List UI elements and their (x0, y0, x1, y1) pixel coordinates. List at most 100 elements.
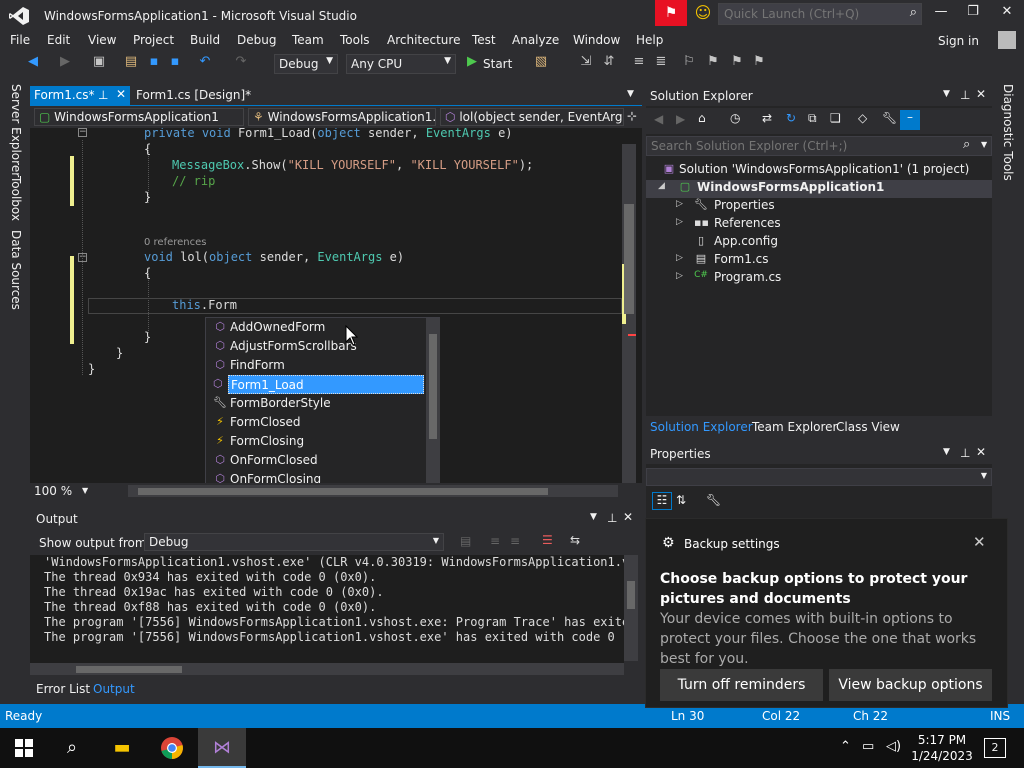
open-file-icon[interactable]: ▤ (122, 54, 140, 69)
search-icon[interactable]: ⌕ (963, 137, 970, 152)
close-output-icon[interactable]: ✕ (623, 510, 633, 524)
start-icon[interactable]: ▶ (463, 54, 481, 69)
refresh-icon[interactable]: ↻ (786, 111, 796, 125)
alphabetical-icon[interactable]: ⇅ (676, 493, 686, 507)
tree-project[interactable]: ◢ ▢ WindowsFormsApplication1 (646, 180, 992, 198)
view-backup-options-button[interactable]: View backup options (829, 669, 992, 701)
collapsed-arrow-icon[interactable]: ▷ (676, 199, 686, 209)
class-dropdown[interactable]: ⚘ WindowsFormsApplication1.Fo (248, 108, 436, 126)
menu-tools[interactable]: Tools (340, 33, 370, 47)
pin-icon[interactable]: ⊥ (607, 511, 617, 525)
menu-test[interactable]: Test (472, 33, 496, 47)
feedback-flag-icon[interactable]: ⚑ (655, 0, 687, 26)
pin-icon[interactable]: ⊥ (960, 446, 970, 460)
collapsed-arrow-icon[interactable]: ▷ (676, 271, 686, 281)
completion-item-selected[interactable]: Form1_Load (228, 375, 424, 394)
tab-error-list[interactable]: Error List (36, 682, 90, 696)
tray-overflow-icon[interactable]: ⌃ (840, 739, 851, 754)
completion-item[interactable]: ⬡ FindForm (208, 356, 424, 375)
intellisense-popup[interactable]: ⬡ AddOwnedForm ⬡ AdjustFormScrollbars ⬡ Fin… (205, 317, 440, 489)
save-icon[interactable]: ▪ (145, 54, 163, 69)
completion-item[interactable]: ⬡ OnFormClosed (208, 451, 424, 470)
home-icon[interactable]: ⌂ (698, 111, 706, 125)
bookmark-prev-icon[interactable]: ⚑ (704, 54, 722, 69)
uncomment-icon[interactable]: ≣ (652, 54, 670, 69)
member-dropdown[interactable]: ⬡ lol(object sender, EventArgs e) (440, 108, 624, 126)
intellisense-scrollbar[interactable] (426, 318, 440, 488)
view-code-icon[interactable]: ◇ (858, 111, 867, 125)
editor-scroll-thumb[interactable] (624, 204, 634, 314)
redo-icon[interactable]: ↷ (232, 54, 250, 69)
editor-vertical-scrollbar[interactable] (622, 144, 636, 483)
tab-form1-design[interactable]: Form1.cs [Design]* (134, 86, 253, 106)
bookmark-clear-icon[interactable]: ⚑ (750, 54, 768, 69)
completion-item[interactable]: ⚡︎ FormClosing (208, 432, 424, 451)
forward-icon[interactable]: ▶ (56, 54, 74, 69)
undo-icon[interactable]: ↶ (196, 54, 214, 69)
props-menu-icon[interactable]: ▼ (943, 447, 950, 457)
comment-icon[interactable]: ≡ (630, 54, 648, 69)
zoom-dropdown-icon[interactable]: ▼ (82, 486, 88, 495)
configuration-select[interactable]: Debug ▼ (274, 54, 338, 74)
menu-project[interactable]: Project (133, 33, 174, 47)
collapsed-arrow-icon[interactable]: ▷ (676, 253, 686, 263)
se-search-input[interactable] (647, 137, 947, 155)
word-wrap-icon[interactable]: ⇆ (570, 533, 580, 547)
tab-class-view[interactable]: Class View (836, 420, 900, 434)
show-all-files-icon[interactable]: ❏ (830, 111, 841, 125)
search-icon[interactable]: ⌕ (910, 5, 917, 20)
menu-window[interactable]: Window (573, 33, 620, 47)
toast-close-icon[interactable]: ✕ (973, 533, 986, 551)
chrome-icon[interactable] (148, 728, 196, 768)
output-text[interactable]: 'WindowsFormsApplication1.vshost.exe' (C… (30, 555, 624, 665)
platform-select[interactable]: Any CPU ▼ (346, 54, 456, 74)
turn-off-reminders-button[interactable]: Turn off reminders (660, 669, 823, 701)
menu-help[interactable]: Help (636, 33, 663, 47)
completion-item[interactable]: 🔧︎ FormBorderStyle (208, 394, 424, 413)
tab-solution-explorer[interactable]: Solution Explorer (650, 420, 753, 434)
tab-form1-cs[interactable]: Form1.cs* ⊥ ✕ (30, 86, 130, 106)
menu-file[interactable]: File (10, 33, 30, 47)
properties-wrench-icon[interactable]: 🔧︎ (882, 111, 897, 125)
server-explorer-tab[interactable]: Server Explorer (9, 84, 23, 177)
se-search-box[interactable]: ⌕ ▼ (646, 136, 992, 156)
menu-analyze[interactable]: Analyze (512, 33, 559, 47)
data-sources-tab[interactable]: Data Sources (9, 230, 23, 310)
completion-item[interactable]: ⬡ AdjustFormScrollbars (208, 337, 424, 356)
sign-in-link[interactable]: Sign in (938, 34, 979, 48)
back-icon[interactable]: ◀ (24, 54, 42, 69)
file-explorer-icon[interactable]: ▬ (98, 728, 146, 768)
history-icon[interactable]: ◷ (730, 111, 740, 125)
tab-output[interactable]: Output (93, 682, 135, 696)
menu-edit[interactable]: Edit (47, 33, 70, 47)
code-lens-references[interactable]: 0 references (144, 237, 207, 248)
properties-object-select[interactable]: ▼ (646, 468, 992, 486)
se-menu-icon[interactable]: ▼ (943, 89, 950, 99)
collapsed-arrow-icon[interactable]: ▷ (676, 217, 686, 227)
pin-icon[interactable]: ⊥ (960, 88, 970, 102)
windows-start-icon[interactable] (0, 728, 48, 768)
smile-feedback-icon[interactable]: ☺ (693, 3, 713, 23)
bookmark-next-icon[interactable]: ⚑ (728, 54, 746, 69)
project-dropdown[interactable]: ▢ WindowsFormsApplication1 (34, 108, 244, 126)
step-over-icon[interactable]: ⇵ (600, 54, 618, 69)
menu-view[interactable]: View (88, 33, 116, 47)
tab-team-explorer[interactable]: Team Explorer (752, 420, 838, 434)
back-icon[interactable]: ◀ (654, 112, 663, 126)
close-se-icon[interactable]: ✕ (976, 87, 986, 101)
search-icon[interactable]: ⌕ (48, 728, 96, 768)
volume-icon[interactable]: ◁) (886, 739, 901, 754)
toolbox-tab[interactable]: Toolbox (9, 176, 23, 221)
visual-studio-taskbar-icon[interactable]: ⋈ (198, 728, 246, 768)
tab-list-icon[interactable]: ▼ (627, 89, 634, 99)
start-button[interactable]: Start (483, 57, 512, 71)
output-scroll-thumb[interactable] (627, 581, 635, 609)
output-menu-icon[interactable]: ▼ (590, 512, 597, 522)
close-button[interactable]: ✕ (993, 4, 1021, 24)
diagnostic-tools-tab[interactable]: Diagnostic Tools (1001, 84, 1015, 181)
editor-hscroll-thumb[interactable] (138, 488, 548, 495)
account-icon[interactable] (998, 31, 1016, 49)
clear-all-icon[interactable]: ☰ (542, 533, 553, 547)
expanded-arrow-icon[interactable]: ◢ (658, 181, 668, 191)
preview-selected-icon[interactable]: – (900, 110, 920, 130)
